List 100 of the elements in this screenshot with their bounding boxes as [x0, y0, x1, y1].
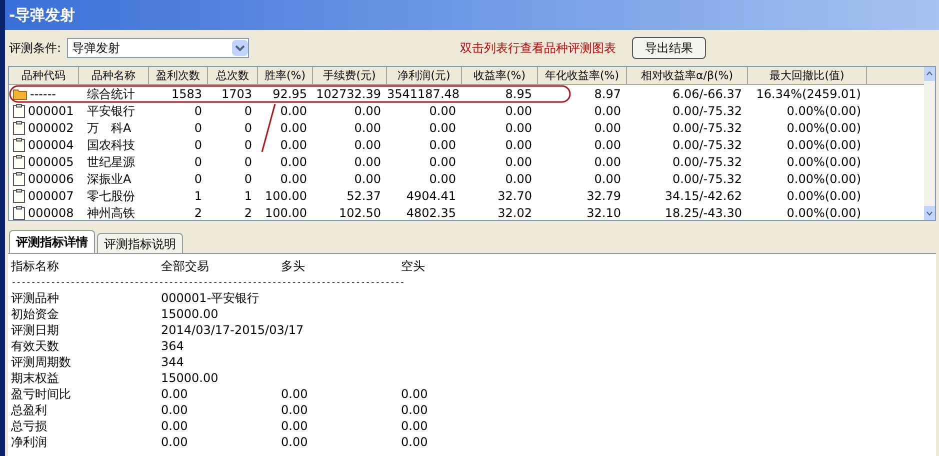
clipboard-icon [13, 172, 25, 186]
clipboard-icon [13, 138, 25, 152]
table-cell-text: 0.00%(0.00) [786, 136, 862, 154]
table-cell-text: 0.00 [279, 170, 308, 188]
table-cell-text: 0.00%(0.00) [786, 204, 862, 222]
column-header[interactable]: 盈利次数 [149, 67, 208, 84]
table-cell-text: 0 [193, 120, 203, 136]
table-cell-text: 0.00 [593, 154, 622, 170]
table-cell-text: 0.00 [504, 136, 533, 154]
table-cell-text: 0 [193, 102, 203, 120]
clipboard-icon [13, 120, 25, 134]
table-cell-text: 0 [243, 136, 253, 154]
column-header[interactable]: 总次数 [208, 67, 258, 84]
metric-value: 0.00 [401, 386, 429, 403]
table-cell-text: 0 [193, 136, 203, 154]
table-cell-text: 0.00 [504, 154, 533, 170]
metric-value: 0.00 [281, 386, 309, 403]
condition-dropdown[interactable]: 导弹发射 [67, 38, 250, 58]
export-button[interactable]: 导出结果 [632, 37, 706, 59]
metric-name: 有效天数 [11, 338, 60, 355]
table-cell-text: 0.00 [353, 170, 382, 188]
metric-value: 0.00 [401, 434, 429, 451]
column-header[interactable]: 最大回撤比(值) [748, 67, 867, 84]
table-cell-text: 0.00%(0.00) [786, 154, 862, 170]
table-cell-text: 16.34%(2459.01) [755, 86, 862, 102]
table-cell-text: 0.00 [279, 102, 308, 120]
metric-value: 0.00 [401, 418, 429, 435]
table-cell-text: 综合统计 [86, 86, 136, 102]
metric-value: 15000.00 [161, 306, 220, 323]
table-cell-text: 平安银行 [86, 102, 136, 120]
table-cell-text: 0.00 [279, 154, 308, 170]
table-cell-text: 0.00 [428, 136, 457, 154]
column-header[interactable]: 收益率(%) [462, 67, 538, 84]
table-cell-text: 102732.39 [315, 86, 382, 102]
metric-value: 15000.00 [161, 370, 220, 387]
metric-value: 000001-平安银行 [161, 290, 260, 307]
table-cell-text: 0.00/-75.32 [672, 136, 743, 154]
table-cell-text: 2 [243, 204, 253, 222]
column-header[interactable]: 品种代码 [9, 67, 79, 84]
column-header[interactable]: 手续费(元) [313, 67, 387, 84]
metric-value: 0.00 [161, 402, 189, 419]
table-cell-text: 32.70 [496, 188, 533, 204]
column-header[interactable]: 净利润(元) [387, 67, 462, 84]
column-header[interactable]: 胜率(%) [258, 67, 313, 84]
table-cell-text: 万 科A [86, 120, 132, 136]
table-cell-text: 0 [243, 102, 253, 120]
table-cell-text: ------ [30, 86, 56, 102]
clipboard-icon [13, 188, 25, 202]
separator-line: -------------------------------------------------------------------------------- [11, 277, 406, 290]
tab[interactable]: 评测指标详情 [9, 230, 95, 253]
scrollbar[interactable] [924, 67, 935, 220]
table-cell-text: 000007 [28, 188, 74, 204]
table-cell-text: 0 [193, 154, 203, 170]
column-header[interactable]: 年化收益率(%) [538, 67, 627, 84]
clipboard-icon [13, 154, 25, 168]
table-cell-text: 0 [243, 120, 253, 136]
table-cell-text: 000002 [28, 120, 74, 136]
table-cell-text: 0.00 [279, 120, 308, 136]
table-cell-text: 0.00 [593, 170, 622, 188]
table-cell-text: 100.00 [264, 188, 308, 204]
metric-name: 总亏损 [11, 418, 48, 435]
metric-name: 评测周期数 [11, 354, 72, 371]
metric-value: 344 [161, 354, 185, 371]
table-cell-text: 000004 [28, 136, 74, 154]
column-header: 空头 [401, 258, 426, 275]
table-cell-text: 0.00 [593, 136, 622, 154]
metric-name: 盈亏时间比 [11, 386, 72, 403]
table-cell-text: 0.00 [353, 120, 382, 136]
metric-name: 初始资金 [11, 306, 60, 323]
table-cell-text: 102.50 [338, 204, 382, 222]
table-cell-text: 0.00 [593, 120, 622, 136]
metric-value: 0.00 [401, 402, 429, 419]
metric-name: 净利润 [11, 434, 48, 451]
hint-text: 双击列表行查看品种评测图表 [460, 40, 616, 57]
scroll-up-icon [924, 67, 935, 81]
table-cell-text: 0.00 [504, 120, 533, 136]
table-cell-text: 4904.41 [405, 188, 457, 204]
column-header[interactable]: 相对收益率α/β(%) [627, 67, 748, 84]
annotation-line [261, 103, 276, 153]
table-cell-text: 1583 [170, 86, 203, 102]
table-cell-text: 零七股份 [86, 188, 136, 204]
table-cell-text: 0.00 [504, 102, 533, 120]
table-cell-text: 34.15/-42.62 [664, 188, 743, 204]
table-cell-text: 0 [243, 154, 253, 170]
table-cell-text: 000008 [28, 204, 74, 222]
table-cell-text: 000006 [28, 170, 74, 188]
tab[interactable]: 评测指标说明 [97, 233, 183, 253]
table-cell-text: 2 [193, 204, 203, 222]
condition-label: 评测条件: [9, 40, 62, 57]
table-cell-text: 6.06/-66.37 [672, 86, 743, 102]
metric-value: 0.00 [161, 386, 189, 403]
table-cell-text: 0.00 [504, 170, 533, 188]
table-cell-text: 0.00 [353, 136, 382, 154]
table-cell-text: 8.97 [593, 86, 622, 102]
table-cell-text: 52.37 [346, 188, 382, 204]
column-header[interactable]: 品种名称 [79, 67, 149, 84]
metric-name: 评测日期 [11, 322, 60, 339]
table-cell-text: 0.00%(0.00) [786, 102, 862, 120]
table-cell-text: 0.00/-75.32 [672, 102, 743, 120]
table-cell-text: 32.02 [496, 204, 533, 222]
